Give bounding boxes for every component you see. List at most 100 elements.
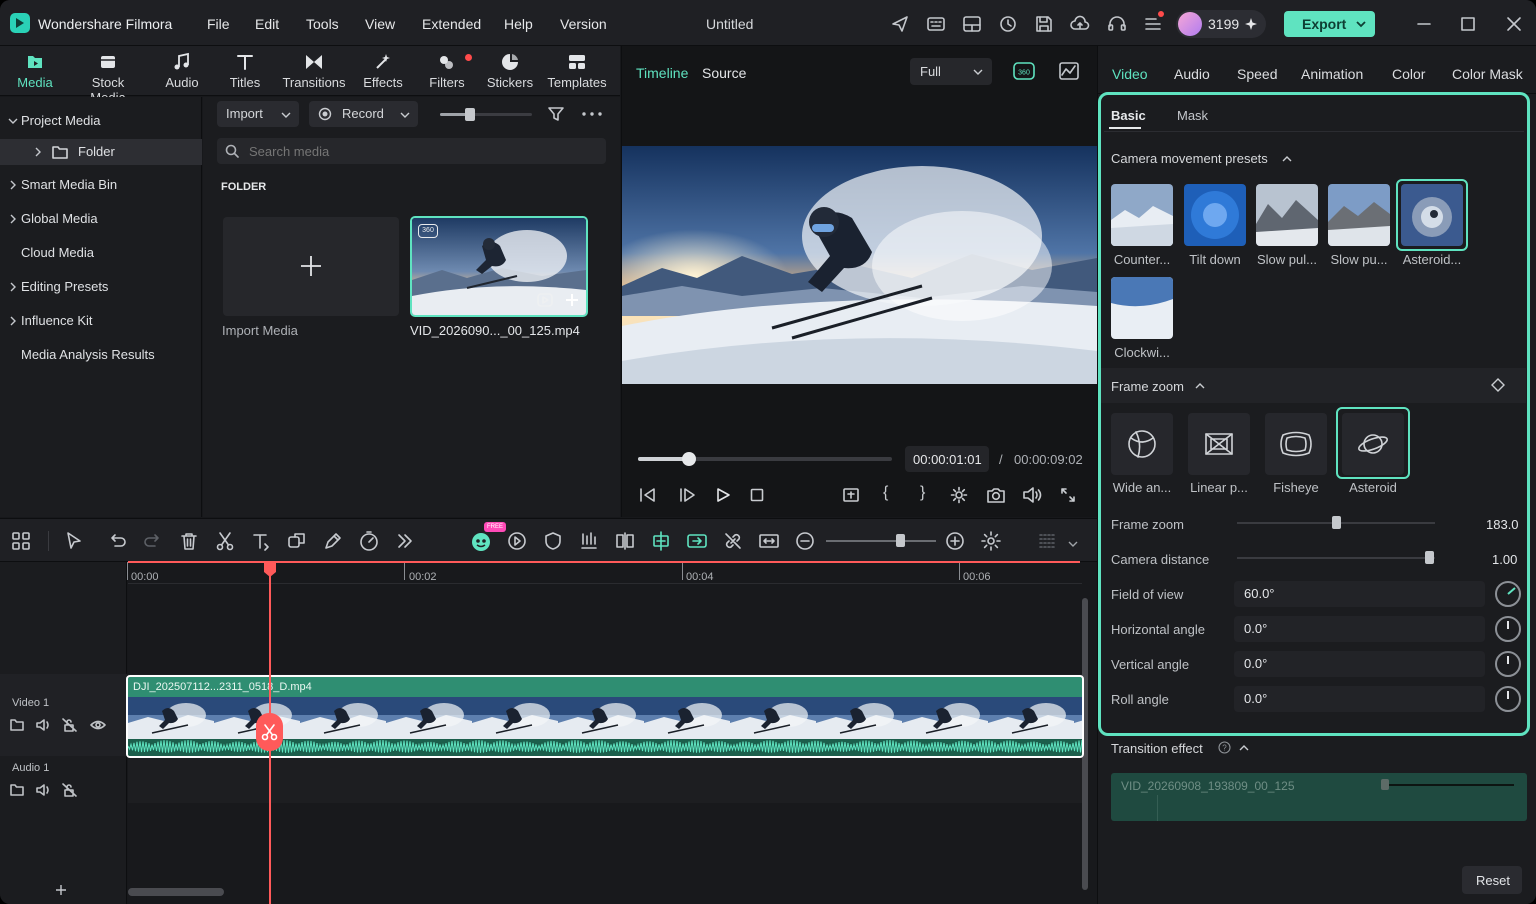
folder-icon[interactable] xyxy=(10,718,24,732)
tree-folder[interactable]: Folder xyxy=(0,139,202,165)
menu-view[interactable]: View xyxy=(365,16,395,32)
menu-extended[interactable]: Extended xyxy=(422,16,481,32)
export-button[interactable]: Export xyxy=(1284,11,1375,37)
zoom-wide-angle[interactable] xyxy=(1111,413,1173,475)
notifications-menu-icon[interactable] xyxy=(1143,11,1164,34)
vertical-angle-field[interactable]: 0.0° xyxy=(1234,651,1485,677)
import-media-card[interactable] xyxy=(223,217,399,316)
subtab-mask[interactable]: Mask xyxy=(1177,108,1208,123)
folder-icon[interactable] xyxy=(10,783,24,797)
tab-animation[interactable]: Animation xyxy=(1301,66,1363,82)
close-icon[interactable] xyxy=(1504,14,1524,34)
lock-off-icon[interactable] xyxy=(62,718,78,732)
import-dropdown[interactable]: Import xyxy=(217,101,299,127)
text-tool-icon[interactable] xyxy=(250,530,272,552)
add-track-icon[interactable] xyxy=(55,884,67,896)
play-icon[interactable] xyxy=(715,487,731,503)
transition-effect-header[interactable]: Transition effect ? xyxy=(1111,741,1249,756)
zoom-out-icon[interactable] xyxy=(794,530,816,552)
camera-distance-value[interactable]: 1.00 xyxy=(1492,552,1517,567)
tree-editing-presets[interactable]: Editing Presets xyxy=(0,274,202,300)
subtab-basic[interactable]: Basic xyxy=(1111,108,1146,123)
tab-templates[interactable]: Templates xyxy=(542,52,612,90)
tab-stickers[interactable]: Stickers xyxy=(475,52,545,90)
headset-icon[interactable] xyxy=(1107,14,1127,34)
tree-smart-media-bin[interactable]: Smart Media Bin xyxy=(0,172,202,198)
search-input[interactable] xyxy=(249,140,589,162)
horizontal-scrollbar[interactable] xyxy=(128,888,224,896)
crop-tool-icon[interactable] xyxy=(286,530,308,552)
menu-tools[interactable]: Tools xyxy=(306,16,339,32)
previous-frame-icon[interactable] xyxy=(639,487,657,503)
roll-angle-dial[interactable] xyxy=(1495,686,1521,712)
tab-source[interactable]: Source xyxy=(702,65,746,81)
eye-icon[interactable] xyxy=(90,718,106,732)
cloud-upload-icon[interactable] xyxy=(1070,14,1090,34)
reset-button[interactable]: Reset xyxy=(1462,866,1522,894)
ai-motion-icon[interactable] xyxy=(506,530,528,552)
tree-influence-kit[interactable]: Influence Kit xyxy=(0,308,202,334)
tab-filters[interactable]: Filters xyxy=(412,52,482,90)
clip-preview-icon[interactable] xyxy=(536,292,554,308)
track-height-icon[interactable] xyxy=(1036,530,1058,552)
preview-video-frame[interactable] xyxy=(622,146,1097,384)
slider-thumb[interactable] xyxy=(465,108,475,121)
transition-clip-strip[interactable]: VID_20260908_193809_00_125 xyxy=(1111,773,1527,821)
menu-file[interactable]: File xyxy=(207,16,230,32)
layout-grid-icon[interactable] xyxy=(10,530,32,552)
progress-thumb[interactable] xyxy=(681,452,696,466)
undo-icon[interactable] xyxy=(106,530,128,552)
menu-help[interactable]: Help xyxy=(504,16,533,32)
redo-icon[interactable] xyxy=(142,530,164,552)
fov-dial[interactable] xyxy=(1495,581,1521,607)
auto-ripple-icon[interactable] xyxy=(686,530,708,552)
tab-audio-props[interactable]: Audio xyxy=(1174,66,1210,82)
scopes-icon[interactable] xyxy=(1058,61,1080,81)
fov-field[interactable]: 60.0° xyxy=(1234,581,1485,607)
volume-icon[interactable] xyxy=(36,718,52,732)
keyboard-icon[interactable] xyxy=(926,14,946,34)
preview-settings-icon[interactable] xyxy=(950,486,968,504)
zoom-linear-perspective[interactable] xyxy=(1188,413,1250,475)
tab-color[interactable]: Color xyxy=(1392,66,1425,82)
timeline-zoom-slider[interactable] xyxy=(826,534,936,547)
split-icon[interactable] xyxy=(214,530,236,552)
history-icon[interactable] xyxy=(998,14,1018,34)
preset-clockwise[interactable]: Clockwi... xyxy=(1111,277,1173,360)
layout-icon[interactable] xyxy=(962,14,982,34)
preset-tilt-down[interactable]: Tilt down xyxy=(1184,184,1246,267)
playback-progress[interactable] xyxy=(638,452,892,466)
pen-tool-icon[interactable] xyxy=(322,530,344,552)
tab-video[interactable]: Video xyxy=(1112,66,1148,82)
fullscreen-icon[interactable] xyxy=(1060,487,1076,503)
credits-pill[interactable]: 3199 xyxy=(1176,10,1266,38)
playhead-handle-icon[interactable] xyxy=(262,562,278,578)
link-icon[interactable] xyxy=(722,530,744,552)
shield-icon[interactable] xyxy=(542,530,564,552)
preset-asteroid[interactable]: Asteroid... xyxy=(1401,184,1463,267)
volume-icon[interactable] xyxy=(36,783,52,797)
tab-speed[interactable]: Speed xyxy=(1237,66,1277,82)
transition-duration-thumb[interactable] xyxy=(1381,779,1389,790)
help-icon[interactable]: ? xyxy=(1218,741,1231,754)
smart-cut-icon[interactable] xyxy=(614,530,636,552)
preset-counter[interactable]: Counter... xyxy=(1111,184,1173,267)
preview-quality-dropdown[interactable]: Full xyxy=(910,58,992,85)
chevron-down-icon[interactable] xyxy=(1068,540,1078,548)
menu-edit[interactable]: Edit xyxy=(255,16,279,32)
tree-media-analysis-results[interactable]: Media Analysis Results xyxy=(0,342,202,368)
stop-icon[interactable] xyxy=(750,488,764,502)
maximize-icon[interactable] xyxy=(1458,14,1478,34)
next-frame-icon[interactable] xyxy=(678,487,696,503)
frame-zoom-slider[interactable] xyxy=(1237,516,1435,529)
record-dropdown[interactable]: Record xyxy=(309,101,418,127)
preset-slow-push[interactable]: Slow pu... xyxy=(1328,184,1390,267)
tab-audio[interactable]: Audio xyxy=(147,52,217,90)
lock-off-icon[interactable] xyxy=(62,783,78,797)
send-icon[interactable] xyxy=(890,14,910,34)
more-tools-icon[interactable] xyxy=(394,530,416,552)
thumbnail-size-slider[interactable] xyxy=(440,108,532,121)
camera-presets-header[interactable]: Camera movement presets xyxy=(1111,151,1292,166)
tree-cloud-media[interactable]: Cloud Media xyxy=(0,240,202,266)
ai-copilot-icon[interactable] xyxy=(470,530,492,552)
